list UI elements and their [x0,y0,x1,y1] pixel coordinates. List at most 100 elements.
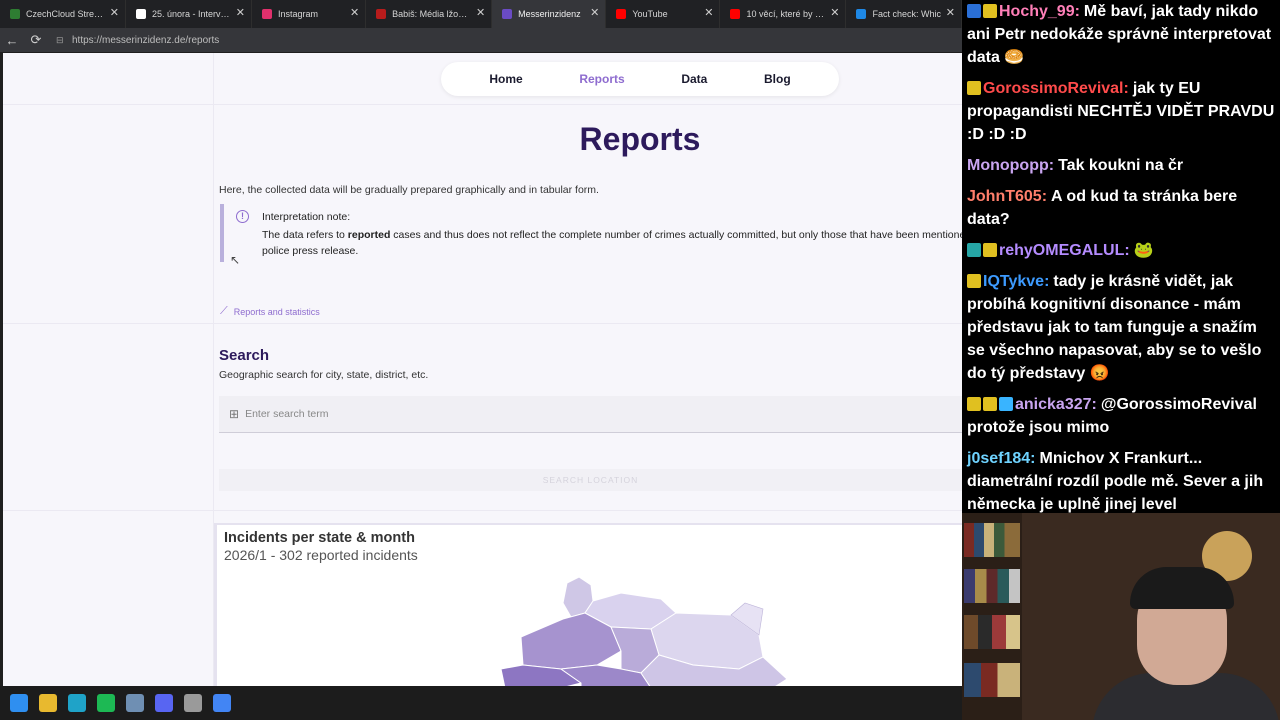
book-row [964,569,1020,603]
chat-username[interactable]: anicka327: [1015,396,1097,413]
streamer-cap [1130,567,1234,609]
chat-username[interactable]: IQTykve: [983,273,1049,290]
url-text: https://messerinzidenz.de/reports [72,34,220,46]
chat-badge-icon [983,4,997,18]
stream-chat: Hochy_99: Mě baví, jak tady nikdo ani Pet… [962,0,1280,513]
chat-text: Tak koukni na čr [1058,157,1184,174]
windows-start-icon[interactable] [10,694,28,712]
browser-tab[interactable]: 10 věcí, které by Hitlera ✕ [720,0,847,28]
note-body-bold: reported [347,229,391,241]
header-divider [3,104,962,105]
note-body-pre: The data refers to [262,229,348,241]
tab-title: CzechCloud Stream - Wi [26,9,105,19]
bookshelf [962,513,1022,720]
browser-tab[interactable]: YouTube ✕ [606,0,721,28]
tab-close-icon[interactable]: ✕ [590,7,599,19]
tab-title: 10 věcí, které by Hitlera [746,9,826,19]
chrome-icon[interactable] [213,694,231,712]
tab-favicon-icon [376,9,387,19]
main-nav: Home Reports Data Blog [441,62,839,96]
tab-title: Babiš: Média lžou, opoz [392,9,471,19]
germany-choropleth-map[interactable] [501,573,791,686]
chat-message: j0sef184: Mnichov X Frankurt... diametrál… [967,447,1276,516]
page-title: Reports [579,121,701,157]
tab-title: YouTube [632,9,668,19]
tab-close-icon[interactable]: ✕ [110,7,119,19]
chat-message: anicka327: @GorossimoRevival protože jsou… [967,393,1276,439]
search-divider [3,510,962,511]
tab-close-icon[interactable]: ✕ [946,7,955,19]
tab-close-icon[interactable]: ✕ [476,7,485,19]
chat-message: Monopopp: Tak koukni na čr [967,154,1276,177]
section-divider [3,323,962,324]
search-input[interactable] [245,408,846,420]
edge-icon[interactable] [68,694,86,712]
chat-text: 🐸 [1133,242,1154,259]
search-field[interactable]: ⊞ [219,396,962,433]
chat-badge-icon [983,397,997,411]
chat-badge-icon [999,397,1013,411]
interpretation-note: ! Interpretation note: The data refers t… [220,204,962,262]
taskbar [0,686,962,720]
tab-close-icon[interactable]: ✕ [704,7,713,19]
browser-tab[interactable]: Instagram ✕ [252,0,367,28]
tab-close-icon[interactable]: ✕ [350,7,359,19]
chat-message: IQTykve: tady je krásně vidět, jak probíh… [967,270,1276,385]
book-row [964,663,1020,697]
back-icon[interactable]: ← [0,33,24,48]
spotify-icon[interactable] [97,694,115,712]
note-accent-bar [220,204,224,262]
url-field[interactable]: ⊟ https://messerinzidenz.de/reports [56,31,962,49]
browser-tab[interactable]: CzechCloud Stream - Wi ✕ [0,0,126,28]
tab-close-icon[interactable]: ✕ [830,7,839,19]
breadcrumb-label: Reports and statistics [233,306,320,317]
chat-username[interactable]: j0sef184: [967,450,1036,467]
search-location-button[interactable]: SEARCH LOCATION [219,469,962,491]
nav-home[interactable]: Home [489,72,522,86]
chat-username[interactable]: JohnT605: [967,188,1047,205]
card-title: Incidents per state & month [224,530,415,546]
browser-tab[interactable]: Babiš: Média lžou, opoz ✕ [366,0,493,28]
steam-icon[interactable] [126,694,144,712]
left-sidebar [3,53,214,686]
chat-badge-icon [967,81,981,95]
browser-tab[interactable]: Messerinzidenz ✕ [492,0,607,28]
chat-badge-icon [967,4,981,18]
chat-badge-icon [967,243,981,257]
nav-data[interactable]: Data [681,72,707,86]
tab-title: Fact check: Whic [872,9,941,19]
browser-tab-bar: CzechCloud Stream - Wi✕25. února - Inter… [0,0,962,28]
info-icon: ! [236,210,249,223]
map-search-icon: ⊞ [229,407,240,421]
incidents-card: Incidents per state & month 2026/1 - 302… [214,523,962,686]
webcam-feed [962,513,1280,720]
breadcrumb[interactable]: ⟋ Reports and statistics [220,305,320,318]
address-bar: ← ⟳ ⊟ https://messerinzidenz.de/reports [0,28,962,52]
browser-tab[interactable]: 25. února - Interview ČT ✕ [126,0,252,28]
chat-message: Hochy_99: Mě baví, jak tady nikdo ani Pet… [967,0,1276,69]
discord-icon[interactable] [155,694,173,712]
book-row [964,615,1020,649]
chat-badge-icon [983,243,997,257]
card-subtitle: 2026/1 - 302 reported incidents [224,547,418,563]
tab-favicon-icon [856,9,867,19]
nav-reports[interactable]: Reports [579,72,624,86]
app-icon[interactable] [184,694,202,712]
file-explorer-icon[interactable] [39,694,57,712]
browser-tab[interactable]: Fact check: Whic ✕ [846,0,962,28]
trend-chart-icon: ⟋ [220,305,228,317]
tab-title: Messerinzidenz [518,9,581,19]
tab-title: Instagram [278,9,319,19]
chat-message: GorossimoRevival: jak ty EU propagandisti… [967,77,1276,146]
reload-icon[interactable]: ⟳ [24,32,48,48]
chat-username[interactable]: rehyOMEGALUL: [999,242,1130,259]
chat-badge-icon [967,397,981,411]
chat-username[interactable]: Monopopp: [967,157,1054,174]
chat-username[interactable]: GorossimoRevival: [983,80,1129,97]
site-info-icon[interactable]: ⊟ [56,35,68,46]
nav-blog[interactable]: Blog [764,72,791,86]
tab-favicon-icon [136,9,146,19]
chat-username[interactable]: Hochy_99: [999,3,1080,20]
tab-close-icon[interactable]: ✕ [236,7,245,19]
tab-favicon-icon [616,9,627,19]
